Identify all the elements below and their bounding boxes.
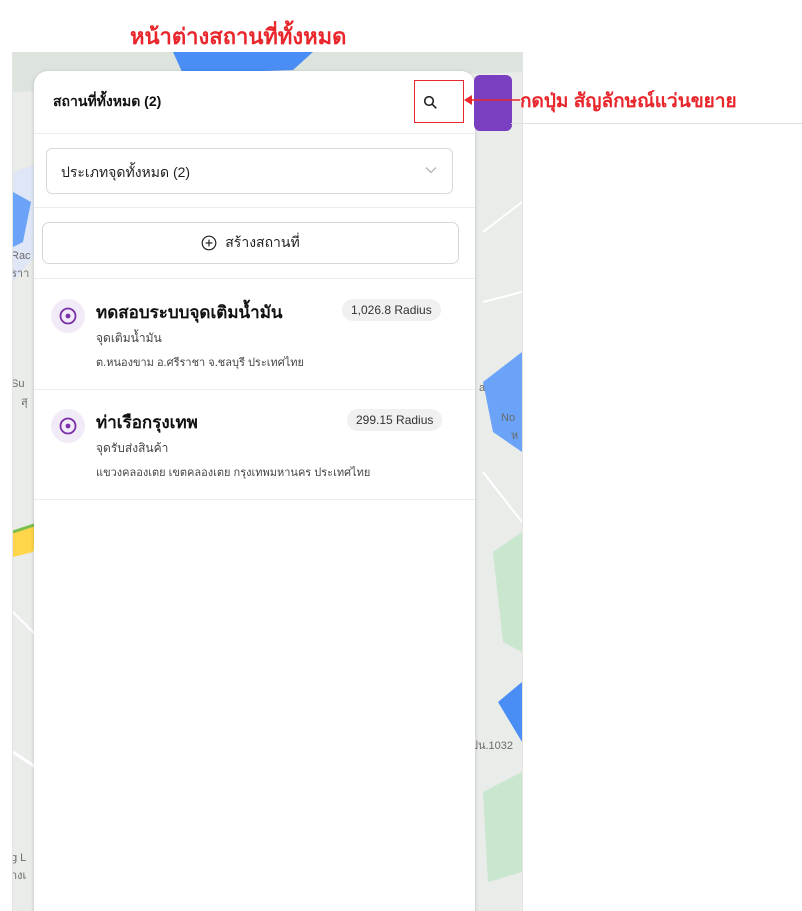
map-label: Su	[12, 378, 25, 390]
map-label: a	[479, 382, 486, 394]
place-list-item[interactable]: ทดสอบระบบจุดเติมน้ำมัน 1,026.8 Radius จุ…	[34, 279, 475, 390]
filter-value: ประเภทจุดทั้งหมด (2)	[61, 164, 191, 180]
app-screen: Rac ราา Su สุ a No ห ปน.1032 g L างเ สถา…	[12, 52, 523, 911]
map-label: ปน.1032	[471, 740, 514, 752]
map-label: No	[501, 412, 516, 424]
annotation-instruction: กดปุ่ม สัญลักษณ์แว่นขยาย	[520, 91, 737, 112]
map-label: สุ	[21, 396, 28, 408]
place-type: จุดรับส่งสินค้า	[96, 441, 169, 455]
place-address: แขวงคลองเตย เขตคลองเตย กรุงเทพมหานคร ประ…	[96, 467, 371, 479]
create-place-label: สร้างสถานที่	[225, 234, 300, 250]
target-icon	[51, 299, 85, 333]
chevron-down-icon	[425, 167, 437, 174]
panel-title: สถานที่ทั้งหมด (2)	[53, 93, 162, 109]
place-type-filter[interactable]: ประเภทจุดทั้งหมด (2)	[46, 148, 453, 194]
radius-badge: 1,026.8 Radius	[342, 299, 441, 321]
map-label: ราา	[12, 268, 30, 280]
target-icon	[51, 409, 85, 443]
map-label: างเ	[12, 870, 27, 882]
place-address: ต.หนองขาม อ.ศรีราชา จ.ชลบุรี ประเทศไทย	[96, 357, 304, 369]
divider	[34, 207, 475, 208]
place-list-item[interactable]: ท่าเรือกรุงเทพ 299.15 Radius จุดรับส่งสิ…	[34, 389, 475, 500]
map-label: g L	[12, 852, 27, 864]
places-panel: สถานที่ทั้งหมด (2) ประเภทจุดทั้งหมด (2) …	[34, 71, 475, 911]
map-label: ห	[511, 430, 519, 442]
highlight-box	[414, 80, 464, 123]
plus-circle-icon	[201, 235, 217, 251]
place-name: ท่าเรือกรุงเทพ	[96, 413, 198, 432]
radius-badge: 299.15 Radius	[347, 409, 443, 431]
panel-header: สถานที่ทั้งหมด (2)	[34, 71, 475, 134]
create-place-button[interactable]: สร้างสถานที่	[42, 222, 459, 264]
place-name: ทดสอบระบบจุดเติมน้ำมัน	[96, 303, 283, 322]
annotation-title: หน้าต่างสถานที่ทั้งหมด	[130, 24, 347, 49]
place-type: จุดเติมน้ำมัน	[96, 331, 162, 345]
arrow-left-icon	[464, 95, 520, 105]
map-label: Rac	[12, 250, 31, 262]
divider	[511, 123, 802, 124]
